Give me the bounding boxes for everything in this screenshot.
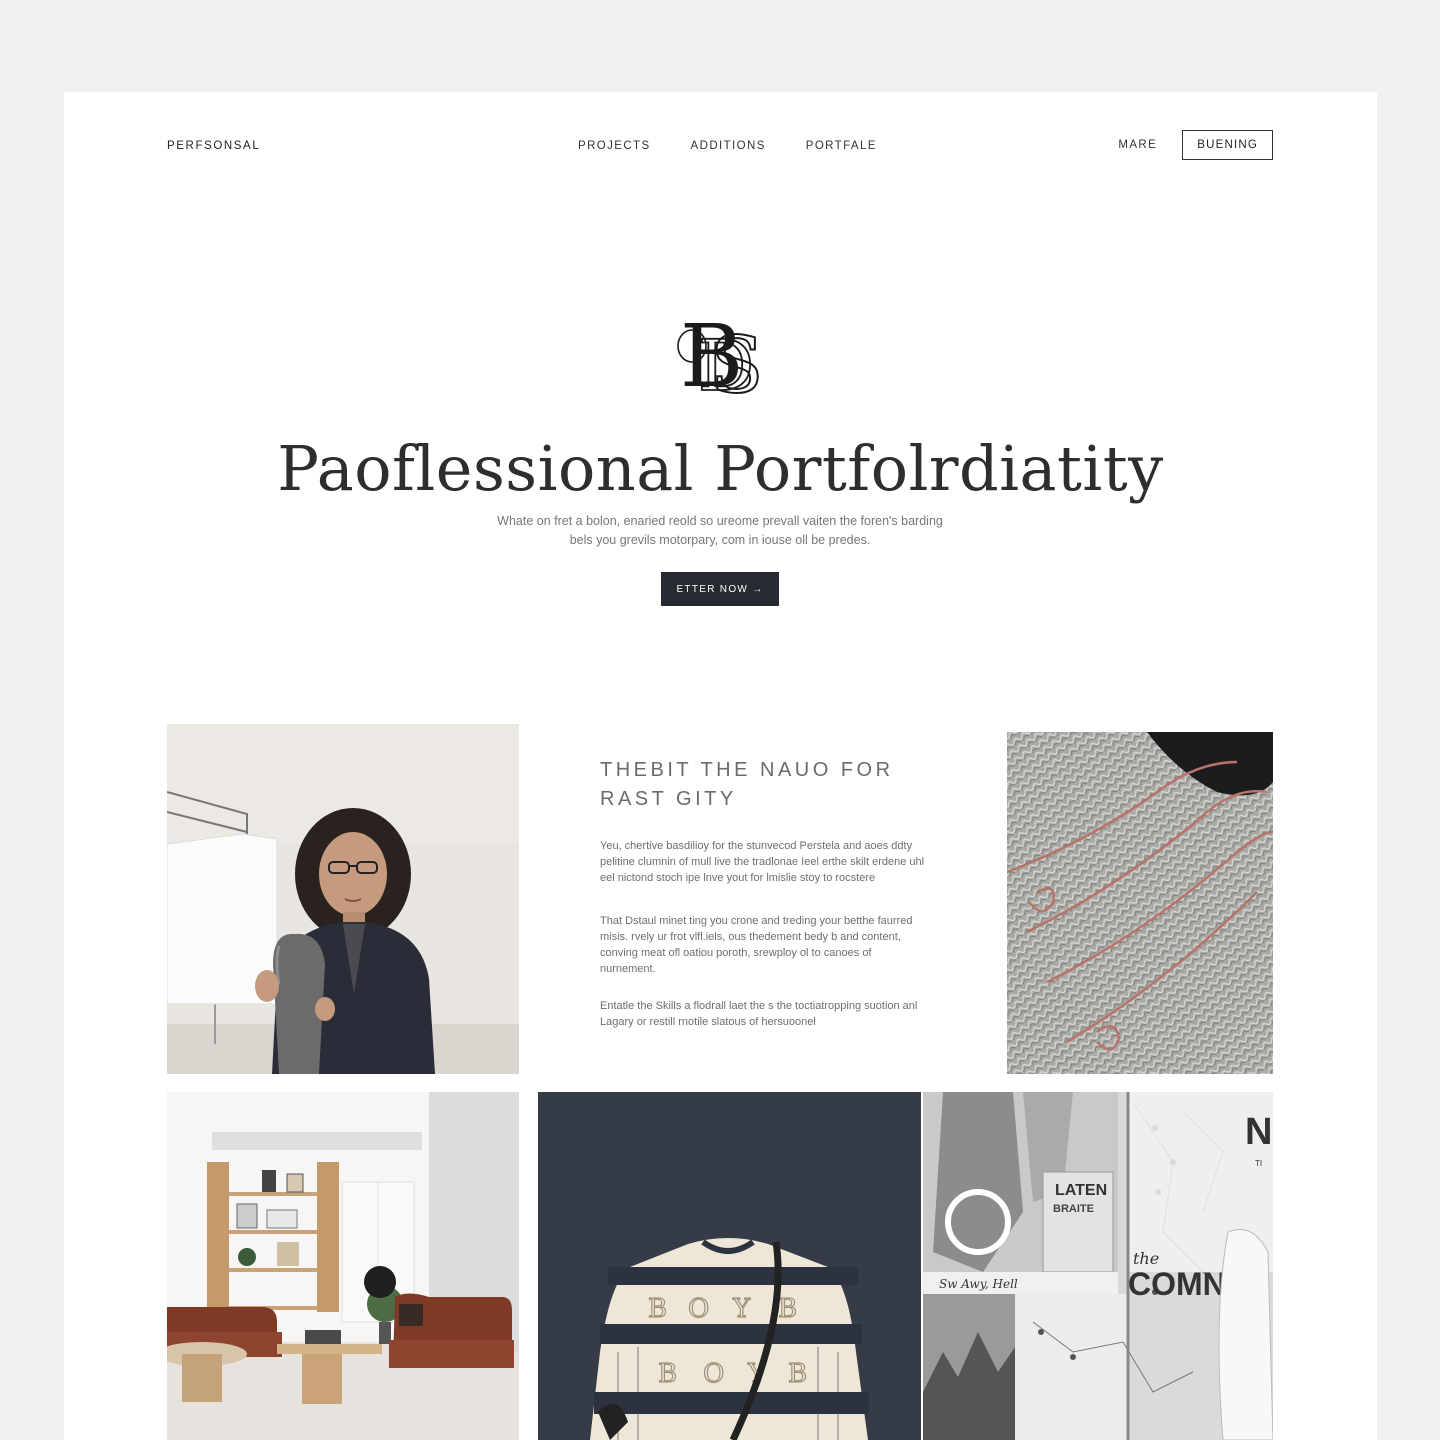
collage-text-sub: BRAITE [1053,1203,1094,1215]
about-section: THEBIT THE NAUO FOR RAST GITY Yeu, chert… [600,756,930,1028]
collage-comn: COMN [1128,1266,1226,1302]
enter-now-button[interactable]: ETTER NOW → [661,572,779,606]
collage-caption: Sw Awy, Hell [939,1277,1018,1291]
monogram-logo: B S D [677,307,764,404]
svg-text:Y: Y [732,1294,751,1324]
collage-text-later: LATEN [1055,1182,1107,1199]
about-heading: THEBIT THE NAUO FOR RAST GITY [600,756,930,814]
collage-photo[interactable]: LATEN BRAITE Sw Awy, Hell NC TI the COMN [923,1092,1273,1440]
hero-subtitle: Whate on fret a bolon, enaried reold so … [420,512,1020,550]
collage-small-text: TI [1255,1159,1262,1168]
nav-right: MARE BUENING [1118,130,1273,160]
svg-text:B: B [648,1294,667,1324]
svg-text:D: D [698,325,754,404]
svg-text:B: B [658,1359,677,1389]
svg-text:O: O [703,1359,724,1389]
about-heading-line2: RAST GITY [600,788,737,810]
nav-link-projects[interactable]: PROJECTS [578,140,651,152]
living-room-photo[interactable] [167,1092,519,1440]
svg-text:B: B [778,1294,797,1324]
svg-text:O: O [688,1294,709,1324]
nav-link-mare[interactable]: MARE [1118,139,1157,151]
svg-text:B: B [788,1359,807,1389]
about-heading-line1: THEBIT THE NAUO FOR [600,759,894,781]
hero-subtitle-line1: Whate on fret a bolon, enaried reold so … [497,514,943,528]
brand-name[interactable]: PERFSONSAL [167,140,260,152]
top-nav: PERFSONSAL PROJECTS ADDITIONS PORTFALE M… [64,92,1377,202]
nav-link-portfale[interactable]: PORTFALE [806,140,877,152]
about-paragraph-2: That Dstaul minet ting you crone and tre… [600,915,913,975]
collage-title-big: NC [1245,1111,1273,1153]
about-paragraph-1: Yeu, chertive basdilioy for the stunveco… [600,840,925,884]
portrait-photo[interactable] [167,724,519,1074]
nav-link-additions[interactable]: ADDITIONS [691,140,766,152]
nav-links: PROJECTS ADDITIONS PORTFALE [578,140,877,152]
portfolio-page: PERFSONSAL PROJECTS ADDITIONS PORTFALE M… [64,92,1377,1440]
rope-texture-photo[interactable] [1007,732,1273,1074]
hero-title: Paoflessional Portfolrdiatity [277,432,1164,505]
hero-subtitle-line2: bels you grevils motorpary, com in iouse… [569,533,871,547]
sweater-photo[interactable]: BOYB BOYB [538,1092,921,1440]
about-paragraph-3: Entatle the Skills a flodrall laet the s… [600,1000,918,1028]
nav-cta-button[interactable]: BUENING [1182,130,1273,160]
